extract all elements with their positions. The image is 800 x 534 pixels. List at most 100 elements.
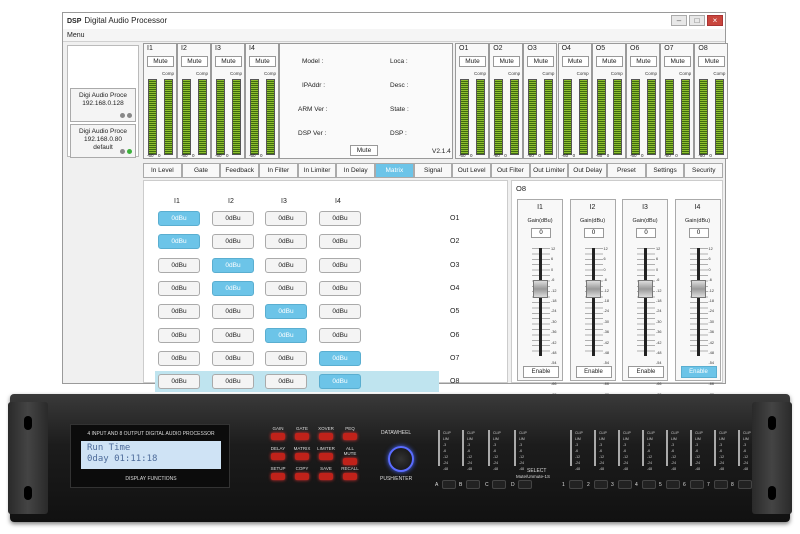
tab-feedback[interactable]: Feedback	[220, 163, 260, 178]
mute-button[interactable]: Mute	[147, 56, 174, 67]
hardware-key-copy[interactable]: COPY	[292, 466, 312, 480]
mute-button[interactable]: Mute	[215, 56, 242, 67]
input-select-button[interactable]	[442, 480, 456, 489]
matrix-cell[interactable]: 0dBu	[319, 327, 361, 343]
matrix-cell[interactable]: 0dBu	[158, 211, 200, 226]
matrix-cell[interactable]: 0dBu	[212, 350, 254, 366]
matrix-cell[interactable]: 0dBu	[265, 304, 307, 320]
mute-button[interactable]: Mute	[595, 56, 623, 67]
mute-button[interactable]: Mute	[561, 56, 589, 67]
master-mute-button[interactable]: Mute	[350, 145, 378, 156]
gain-value-input[interactable]: 0	[583, 228, 604, 238]
mute-button[interactable]: Mute	[698, 56, 726, 67]
matrix-cell[interactable]: 0dBu	[319, 257, 361, 273]
tab-out-delay[interactable]: Out Delay	[568, 163, 608, 178]
tab-in-limiter[interactable]: In Limiter	[297, 163, 337, 178]
mute-button[interactable]: Mute	[630, 56, 657, 67]
matrix-cell[interactable]: 0dBu	[158, 234, 200, 250]
hardware-key-save[interactable]: SAVE	[316, 466, 336, 480]
output-select-button[interactable]	[738, 480, 752, 489]
tab-gate[interactable]: Gate	[181, 163, 221, 178]
matrix-cell[interactable]: 0dBu	[265, 211, 307, 226]
mute-button[interactable]: Mute	[664, 56, 692, 67]
tab-out-filter[interactable]: Out Filter	[491, 163, 530, 178]
minimize-button[interactable]: –	[671, 15, 687, 26]
matrix-cell[interactable]: 0dBu	[212, 327, 254, 343]
hardware-key-all-mute[interactable]: ALL MUTE	[340, 446, 360, 465]
matrix-cell[interactable]: 0dBu	[158, 350, 200, 366]
matrix-cell[interactable]: 0dBu	[158, 327, 200, 343]
matrix-cell[interactable]: 0dBu	[265, 350, 307, 366]
enable-button[interactable]: Enable	[680, 366, 717, 378]
tab-security[interactable]: Security	[684, 163, 724, 178]
hardware-key-delay[interactable]: DELAY	[268, 446, 288, 460]
output-select-button[interactable]	[642, 480, 656, 489]
matrix-cell[interactable]: 0dBu	[212, 234, 254, 250]
tab-out-level[interactable]: Out Level	[452, 163, 492, 178]
matrix-cell[interactable]: 0dBu	[319, 280, 361, 296]
matrix-cell[interactable]: 0dBu	[265, 234, 307, 250]
matrix-cell[interactable]: 0dBu	[265, 374, 307, 390]
hardware-key-gain[interactable]: GAIN	[268, 426, 288, 440]
matrix-cell[interactable]: 0dBu	[319, 211, 361, 226]
gain-value-input[interactable]: 0	[688, 228, 709, 238]
device-item[interactable]: Digi Audio Proce 192.168.0.80 default	[70, 124, 136, 158]
matrix-cell[interactable]: 0dBu	[319, 234, 361, 250]
tab-preset[interactable]: Preset	[607, 163, 646, 178]
tab-in-delay[interactable]: In Delay	[336, 163, 376, 178]
gain-value-input[interactable]: 0	[636, 228, 656, 238]
output-select-button[interactable]	[690, 480, 704, 489]
matrix-cell[interactable]: 0dBu	[212, 304, 254, 320]
matrix-cell[interactable]: 0dBu	[319, 374, 361, 390]
tab-in-level[interactable]: In Level	[143, 163, 182, 178]
input-select-button[interactable]	[492, 480, 506, 489]
matrix-cell[interactable]: 0dBu	[212, 280, 254, 296]
maximize-button[interactable]: □	[689, 15, 705, 26]
hardware-key-limiter[interactable]: LIMITER	[316, 446, 336, 460]
datawheel-knob[interactable]	[388, 446, 414, 472]
enable-button[interactable]: Enable	[628, 366, 664, 378]
tab-settings[interactable]: Settings	[645, 163, 685, 178]
output-select-button[interactable]	[569, 480, 583, 489]
hardware-key-recall[interactable]: RECALL	[340, 466, 360, 480]
fader-handle[interactable]	[690, 280, 706, 298]
mute-button[interactable]: Mute	[493, 56, 521, 67]
hardware-key-gate[interactable]: GATE	[292, 426, 312, 440]
hardware-key-xover[interactable]: XOVER	[316, 426, 336, 440]
gain-value-input[interactable]: 0	[531, 228, 551, 238]
matrix-cell[interactable]: 0dBu	[319, 350, 361, 366]
matrix-cell[interactable]: 0dBu	[212, 257, 254, 273]
matrix-cell[interactable]: 0dBu	[158, 280, 200, 296]
hardware-key-peq[interactable]: PEQ	[340, 426, 360, 440]
tab-matrix[interactable]: Matrix	[375, 163, 414, 178]
matrix-cell[interactable]: 0dBu	[319, 304, 361, 320]
mute-button[interactable]: Mute	[459, 56, 486, 67]
matrix-cell[interactable]: 0dBu	[212, 374, 254, 390]
fader-handle[interactable]	[585, 280, 601, 298]
close-button[interactable]: ×	[707, 15, 723, 26]
input-select-button[interactable]	[518, 480, 532, 489]
hardware-key-setup[interactable]: SETUP	[268, 466, 288, 480]
hardware-key-matrix[interactable]: MATRIX	[292, 446, 312, 460]
matrix-cell[interactable]: 0dBu	[265, 257, 307, 273]
enable-button[interactable]: Enable	[523, 366, 559, 378]
menu-item-menu[interactable]: Menu	[67, 32, 85, 39]
matrix-cell[interactable]: 0dBu	[158, 374, 200, 390]
tab-signal[interactable]: Signal	[413, 163, 453, 178]
mute-button[interactable]: Mute	[527, 56, 555, 67]
tab-in-filter[interactable]: In Filter	[259, 163, 298, 178]
input-select-button[interactable]	[466, 480, 480, 489]
matrix-cell[interactable]: 0dBu	[265, 280, 307, 296]
tab-out-limiter[interactable]: Out Limiter	[529, 163, 569, 178]
output-select-button[interactable]	[666, 480, 680, 489]
matrix-cell[interactable]: 0dBu	[212, 211, 254, 226]
enable-button[interactable]: Enable	[575, 366, 612, 378]
output-select-button[interactable]	[714, 480, 728, 489]
mute-button[interactable]: Mute	[181, 56, 208, 67]
output-select-button[interactable]	[594, 480, 608, 489]
fader-handle[interactable]	[638, 280, 653, 298]
matrix-cell[interactable]: 0dBu	[265, 327, 307, 343]
fader-handle[interactable]	[533, 280, 548, 298]
matrix-cell[interactable]: 0dBu	[158, 304, 200, 320]
device-item[interactable]: Digi Audio Proce 192.168.0.128	[70, 88, 136, 122]
